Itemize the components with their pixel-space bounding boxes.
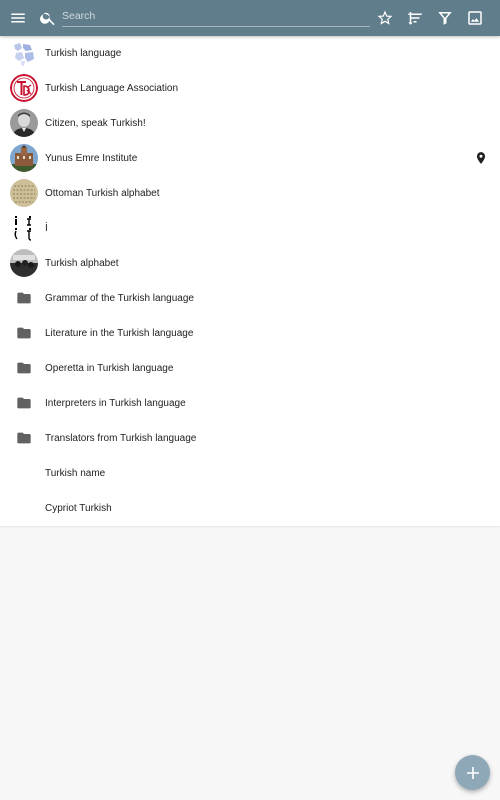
letter-i-glyphs-thumbnail (10, 214, 38, 242)
item-label: Translators from Turkish language (45, 433, 197, 444)
folder-icon (10, 284, 38, 312)
results-list: Turkish language Turkish Language Associ… (0, 36, 500, 526)
location-pin-button[interactable] (474, 150, 488, 166)
item-label: İ (45, 223, 48, 234)
list-item[interactable]: Ottoman Turkish alphabet (0, 176, 500, 211)
item-thumbnail (10, 249, 38, 277)
sort-button[interactable] (403, 6, 427, 30)
list-item[interactable]: Turkish name (0, 456, 500, 491)
add-fab-button[interactable] (455, 755, 490, 790)
list-item[interactable]: Yunus Emre Institute (0, 141, 500, 176)
filter-icon (438, 12, 452, 25)
item-thumbnail (10, 74, 38, 102)
item-label: Operetta in Turkish language (45, 363, 174, 374)
item-thumbnail (10, 179, 38, 207)
list-item[interactable]: Turkish Language Association (0, 71, 500, 106)
app-window: Turkish language Turkish Language Associ… (0, 0, 500, 800)
item-label: Turkish name (45, 468, 106, 479)
item-thumbnail (10, 39, 38, 67)
list-item[interactable]: Cypriot Turkish (0, 491, 500, 526)
search-button[interactable] (36, 6, 60, 30)
list-item[interactable]: Interpreters in Turkish language (0, 386, 500, 421)
historic-photo-thumbnail (10, 249, 38, 277)
sort-icon (408, 12, 422, 25)
search-input[interactable] (62, 7, 370, 25)
filter-button[interactable] (433, 6, 457, 30)
folder-icon (10, 424, 38, 452)
item-label: Yunus Emre Institute (45, 153, 138, 164)
list-item[interactable]: Literature in the Turkish language (0, 316, 500, 351)
search-field (62, 6, 370, 27)
item-label: Citizen, speak Turkish! (45, 118, 146, 129)
folder-icon (10, 389, 38, 417)
plus-icon (466, 766, 479, 779)
item-label: Cypriot Turkish (45, 503, 112, 514)
item-label: Turkish language (45, 48, 122, 59)
top-toolbar (0, 0, 500, 36)
list-item[interactable]: İ (0, 211, 500, 246)
star-icon (377, 10, 393, 25)
item-label: Turkish alphabet (45, 258, 119, 269)
list-item[interactable]: Operetta in Turkish language (0, 351, 500, 386)
location-pin-icon (476, 152, 486, 164)
search-icon (40, 12, 55, 26)
image-icon (468, 11, 482, 25)
item-label: Interpreters in Turkish language (45, 398, 186, 409)
building-thumbnail (10, 144, 38, 172)
item-label: Grammar of the Turkish language (45, 293, 194, 304)
item-thumbnail (10, 109, 38, 137)
list-item[interactable]: Translators from Turkish language (0, 421, 500, 456)
item-thumbnail (10, 214, 38, 242)
menu-icon (11, 13, 25, 23)
list-item[interactable]: Turkish language (0, 36, 500, 71)
item-label: Literature in the Turkish language (45, 328, 194, 339)
list-item[interactable]: Grammar of the Turkish language (0, 281, 500, 316)
item-label: Turkish Language Association (45, 83, 179, 94)
item-thumbnail (10, 144, 38, 172)
folder-icon (10, 354, 38, 382)
list-item[interactable]: Citizen, speak Turkish! (0, 106, 500, 141)
manuscript-thumbnail (10, 179, 38, 207)
favorites-button[interactable] (373, 6, 397, 30)
portrait-thumbnail (10, 109, 38, 137)
folder-icon (10, 319, 38, 347)
image-button[interactable] (463, 6, 487, 30)
turkish-language-map-thumbnail (10, 39, 38, 67)
tdk-logo-thumbnail (10, 74, 38, 102)
list-item[interactable]: Turkish alphabet (0, 246, 500, 281)
item-label: Ottoman Turkish alphabet (45, 188, 160, 199)
menu-button[interactable] (6, 6, 30, 30)
